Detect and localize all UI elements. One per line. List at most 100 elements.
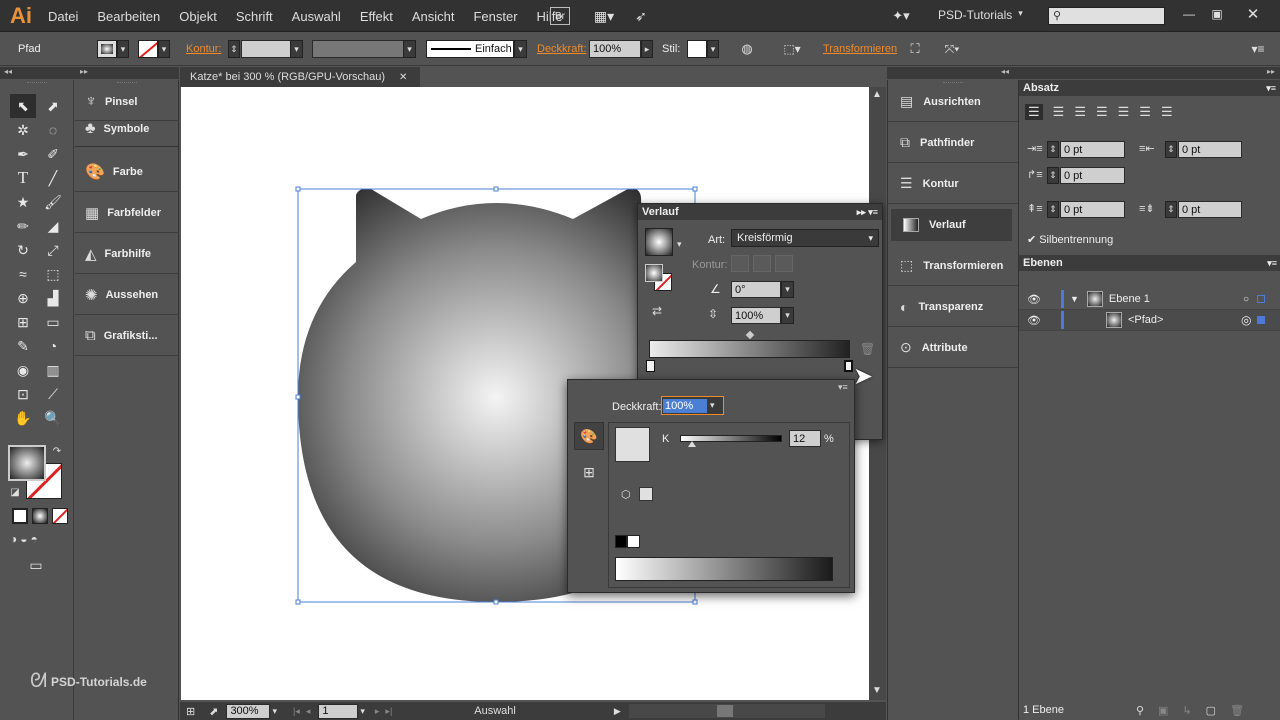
horizontal-scrollbar[interactable] <box>628 704 825 718</box>
dock-grafikstile[interactable]: ⧉ Grafiksti... <box>75 316 179 356</box>
swap-colors-icon[interactable]: ↷ <box>50 444 64 458</box>
share-icon[interactable]: ⬈ <box>209 705 218 718</box>
isolate-icon[interactable]: ⛶ <box>905 40 925 58</box>
menu-auswahl[interactable]: Auswahl <box>292 9 341 24</box>
variable-width-dropdown[interactable]: ▾ <box>403 40 416 58</box>
checkmark-icon[interactable]: ✔ <box>1027 233 1036 246</box>
scroll-up-icon[interactable]: ▲ <box>872 89 882 100</box>
gpu-rocket-icon[interactable]: ➶ <box>630 6 652 26</box>
dock-kontur[interactable]: ☰ Kontur <box>888 164 1018 204</box>
new-layer-icon[interactable]: ▢ <box>1206 704 1216 717</box>
angle-field[interactable]: 0° <box>731 281 781 298</box>
screen-mode-icon[interactable]: ▭ <box>24 555 48 575</box>
dock-farbhilfe[interactable]: ◭ Farbhilfe <box>75 234 179 274</box>
hyphenation-checkbox-row[interactable]: ✔ Silbentrennung <box>1027 233 1113 247</box>
angle-dropdown[interactable]: ▾ <box>781 281 794 298</box>
pen-tool-icon[interactable]: ✒ <box>10 142 36 166</box>
first-line-indent-field[interactable]: 0 pt <box>1060 167 1125 184</box>
shape-builder-tool-icon[interactable]: ⊕ <box>10 286 36 310</box>
stroke-weight-field[interactable] <box>241 40 291 58</box>
color-tab-palette-icon[interactable]: 🎨 <box>574 422 604 450</box>
artboard-tool-icon[interactable]: ⊡ <box>10 382 36 406</box>
white-swatch[interactable] <box>627 535 640 548</box>
clipping-mask-icon[interactable]: ▣ <box>1158 704 1168 717</box>
symbol-sprayer-tool-icon[interactable]: ◉ <box>10 358 36 382</box>
rotate-tool-icon[interactable]: ↻ <box>10 238 36 262</box>
expand-dock-icon[interactable]: ▸▸ <box>80 67 88 76</box>
first-line-indent-stepper[interactable]: ⇕ <box>1047 167 1059 184</box>
aspect-ratio-dropdown[interactable]: ▾ <box>781 307 794 324</box>
brush-definition-field[interactable]: Einfach <box>426 40 514 58</box>
dock-aussehen[interactable]: ✺ Aussehen <box>75 275 179 315</box>
graphic-style-swatch[interactable] <box>687 40 707 58</box>
space-after-stepper[interactable]: ⇕ <box>1165 201 1177 218</box>
last-artboard-icon[interactable]: ▸| <box>385 706 392 717</box>
dock-pathfinder[interactable]: ⧉ Pathfinder <box>888 123 1018 163</box>
new-sublayer-icon[interactable]: ↳ <box>1182 704 1191 717</box>
brush-dropdown[interactable]: ▾ <box>514 40 527 58</box>
dock-transformieren[interactable]: ⬚ Transformieren <box>888 246 1018 286</box>
close-tab-icon[interactable]: ✕ <box>399 72 407 83</box>
type-tool-icon[interactable]: T <box>10 166 36 190</box>
sublayer-name[interactable]: <Pfad> <box>1128 314 1163 326</box>
stroke-gradient-across-icon[interactable] <box>775 255 793 272</box>
eye-icon[interactable]: 👁 <box>1027 314 1041 327</box>
direct-selection-tool-icon[interactable]: ⬈ <box>40 94 66 118</box>
dock-farbe[interactable]: 🎨 Farbe <box>75 152 179 192</box>
align-right-icon[interactable]: ☰ <box>1074 104 1086 120</box>
stroke-gradient-within-icon[interactable] <box>731 255 749 272</box>
align-to-icon[interactable]: ⬚▾ <box>778 40 806 58</box>
line-tool-icon[interactable]: ╱ <box>40 166 66 190</box>
panel-menu-icon[interactable]: ▾≡ <box>1266 83 1276 94</box>
draw-behind-icon[interactable]: ◒ <box>20 532 27 546</box>
artboard-dropdown-icon[interactable]: ▾ <box>360 706 365 717</box>
mesh-tool-icon[interactable]: ⊞ <box>10 310 36 334</box>
dock-verlauf[interactable]: Verlauf <box>891 209 1012 241</box>
selection-square[interactable] <box>1257 316 1265 324</box>
blend-tool-icon[interactable]: ◔ <box>40 334 66 358</box>
menu-schrift[interactable]: Schrift <box>236 9 273 24</box>
prev-artboard-icon[interactable]: ◂ <box>306 706 311 717</box>
draw-normal-icon[interactable]: ◑ <box>10 532 17 546</box>
eyedropper-tool-icon[interactable]: ✎ <box>10 334 36 358</box>
panel-menu-icon[interactable]: ▾≡ <box>1267 258 1277 269</box>
dock-ausrichten[interactable]: ▤ Ausrichten <box>888 82 1018 122</box>
dock-transparenz[interactable]: ◐ Transparenz <box>888 287 1018 327</box>
document-tab[interactable]: Katze* bei 300 % (RGB/GPU-Vorschau) ✕ <box>180 67 420 87</box>
align-center-icon[interactable]: ☰ <box>1053 104 1065 120</box>
zoom-dropdown-icon[interactable]: ▾ <box>272 706 277 717</box>
space-after-field[interactable]: 0 pt <box>1178 201 1242 218</box>
k-slider-thumb[interactable] <box>688 441 697 447</box>
menu-effekt[interactable]: Effekt <box>360 9 393 24</box>
swatches-tab-icon[interactable]: ⊞ <box>574 460 604 484</box>
paintbrush-tool-icon[interactable]: 🖌 <box>40 190 66 214</box>
pencil-tool-icon[interactable]: ✏ <box>10 214 36 238</box>
maximize-icon[interactable]: ▣ <box>1206 4 1228 24</box>
web-safe-color-swatch[interactable] <box>639 487 653 501</box>
indent-left-stepper[interactable]: ⇕ <box>1047 141 1059 158</box>
hand-tool-icon[interactable]: ✋ <box>10 406 36 430</box>
justify-right-icon[interactable]: ☰ <box>1139 104 1151 120</box>
next-artboard-icon[interactable]: ▸ <box>375 706 380 717</box>
menu-fenster[interactable]: Fenster <box>473 9 517 24</box>
gradient-preset-dropdown[interactable]: ▾ <box>677 239 682 250</box>
graphic-style-dropdown[interactable]: ▾ <box>707 40 719 58</box>
workspace-menu[interactable]: PSD-Tutorials ▾ <box>938 8 1028 26</box>
gradient-preview-swatch[interactable] <box>645 228 673 256</box>
dock-symbole[interactable]: ♣ Symbole <box>75 111 179 147</box>
indent-left-field[interactable]: 0 pt <box>1060 141 1125 158</box>
collapse-right-dock-icon[interactable]: ◂◂ <box>1001 67 1009 76</box>
aspect-ratio-field[interactable]: 100% <box>731 307 781 324</box>
fill-stroke-indicator[interactable] <box>645 264 673 292</box>
target-selected-icon[interactable]: ◎ <box>1241 313 1251 327</box>
stock-search-input[interactable]: ⚲ <box>1048 7 1165 25</box>
layer-row[interactable]: 👁 ▼ Ebene 1 ○ <box>1019 289 1280 310</box>
indent-right-stepper[interactable]: ⇕ <box>1165 141 1177 158</box>
workspace-switch-icon[interactable]: ✦▾ <box>888 6 914 26</box>
scroll-down-icon[interactable]: ▼ <box>872 685 882 696</box>
stroke-gradient-along-icon[interactable] <box>753 255 771 272</box>
popup-opacity-field[interactable]: 100% ▾ <box>661 396 724 415</box>
selection-tool-icon[interactable]: ⬉ <box>10 94 36 118</box>
swap-gradient-icon[interactable]: ⇄ <box>652 304 662 318</box>
eraser-tool-icon[interactable]: ◢ <box>40 214 66 238</box>
